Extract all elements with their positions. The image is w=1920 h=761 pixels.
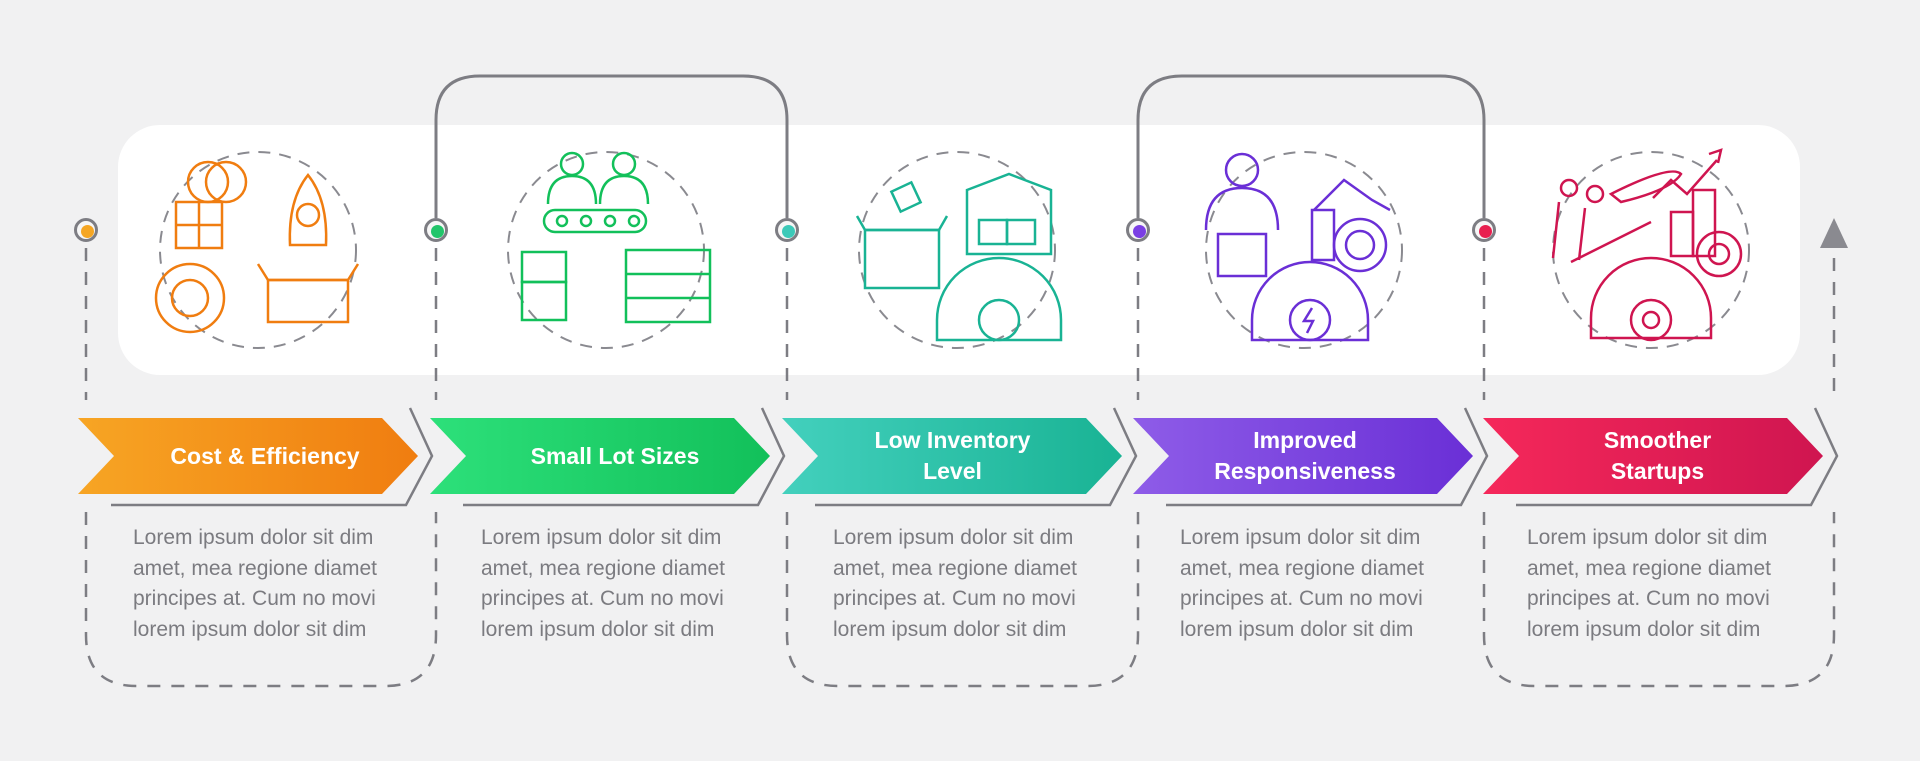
step-description-5: Lorem ipsum dolor sit dim amet, mea regi… xyxy=(1527,526,1771,641)
small-lot-sizes-icon xyxy=(507,151,712,349)
step-dot-1 xyxy=(74,218,98,242)
top-connector-4-5 xyxy=(1136,74,1486,218)
top-connector-2-3 xyxy=(434,74,789,218)
step-label-1: Cost & Efficiency xyxy=(170,442,360,469)
step-description-1: Lorem ipsum dolor sit dim amet, mea regi… xyxy=(133,526,377,641)
smoother-startups-icon xyxy=(1551,148,1750,349)
dot-fill xyxy=(1479,225,1492,238)
end-arrowhead-icon xyxy=(1820,218,1848,248)
step-dot-5 xyxy=(1472,218,1496,242)
dot-fill xyxy=(81,225,94,238)
step-dot-4 xyxy=(1126,218,1150,242)
step-label-5: Smoother Startups xyxy=(1603,427,1712,484)
cost-efficiency-icon xyxy=(154,151,360,349)
dot-fill xyxy=(782,225,795,238)
step-label-4: Improved Responsiveness xyxy=(1214,427,1396,484)
step-label-3: Low Inventory Level xyxy=(874,427,1031,484)
responsiveness-icon xyxy=(1204,151,1403,349)
low-inventory-icon xyxy=(855,151,1063,349)
step-description-2: Lorem ipsum dolor sit dim amet, mea regi… xyxy=(481,526,725,641)
connector-lines xyxy=(78,74,1848,688)
step-dot-2 xyxy=(424,218,448,242)
step-label-2: Small Lot Sizes xyxy=(530,442,700,469)
dot-fill xyxy=(1133,225,1146,238)
dot-fill xyxy=(431,225,444,238)
step-dot-3 xyxy=(775,218,799,242)
step-description-3: Lorem ipsum dolor sit dim amet, mea regi… xyxy=(833,526,1077,641)
step-description-4: Lorem ipsum dolor sit dim amet, mea regi… xyxy=(1180,526,1424,641)
